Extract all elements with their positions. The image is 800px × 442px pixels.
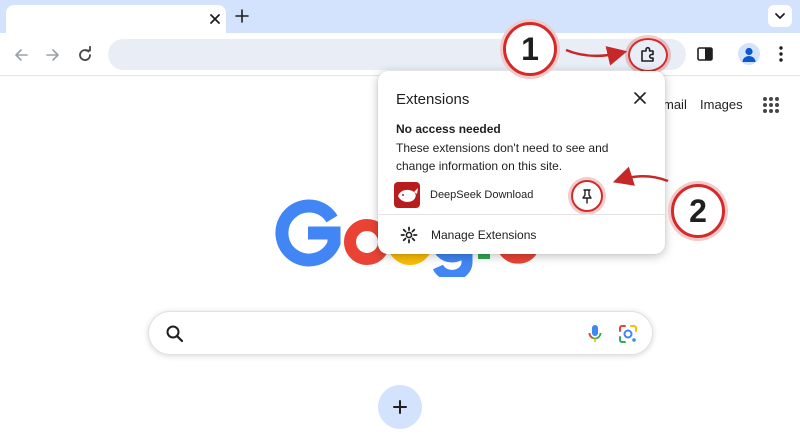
step-callout-2: 2 xyxy=(671,184,725,238)
arrow-to-pin-button xyxy=(612,166,669,186)
arrow-to-extensions-button xyxy=(565,46,628,66)
step-callout-1: 1 xyxy=(503,22,557,76)
